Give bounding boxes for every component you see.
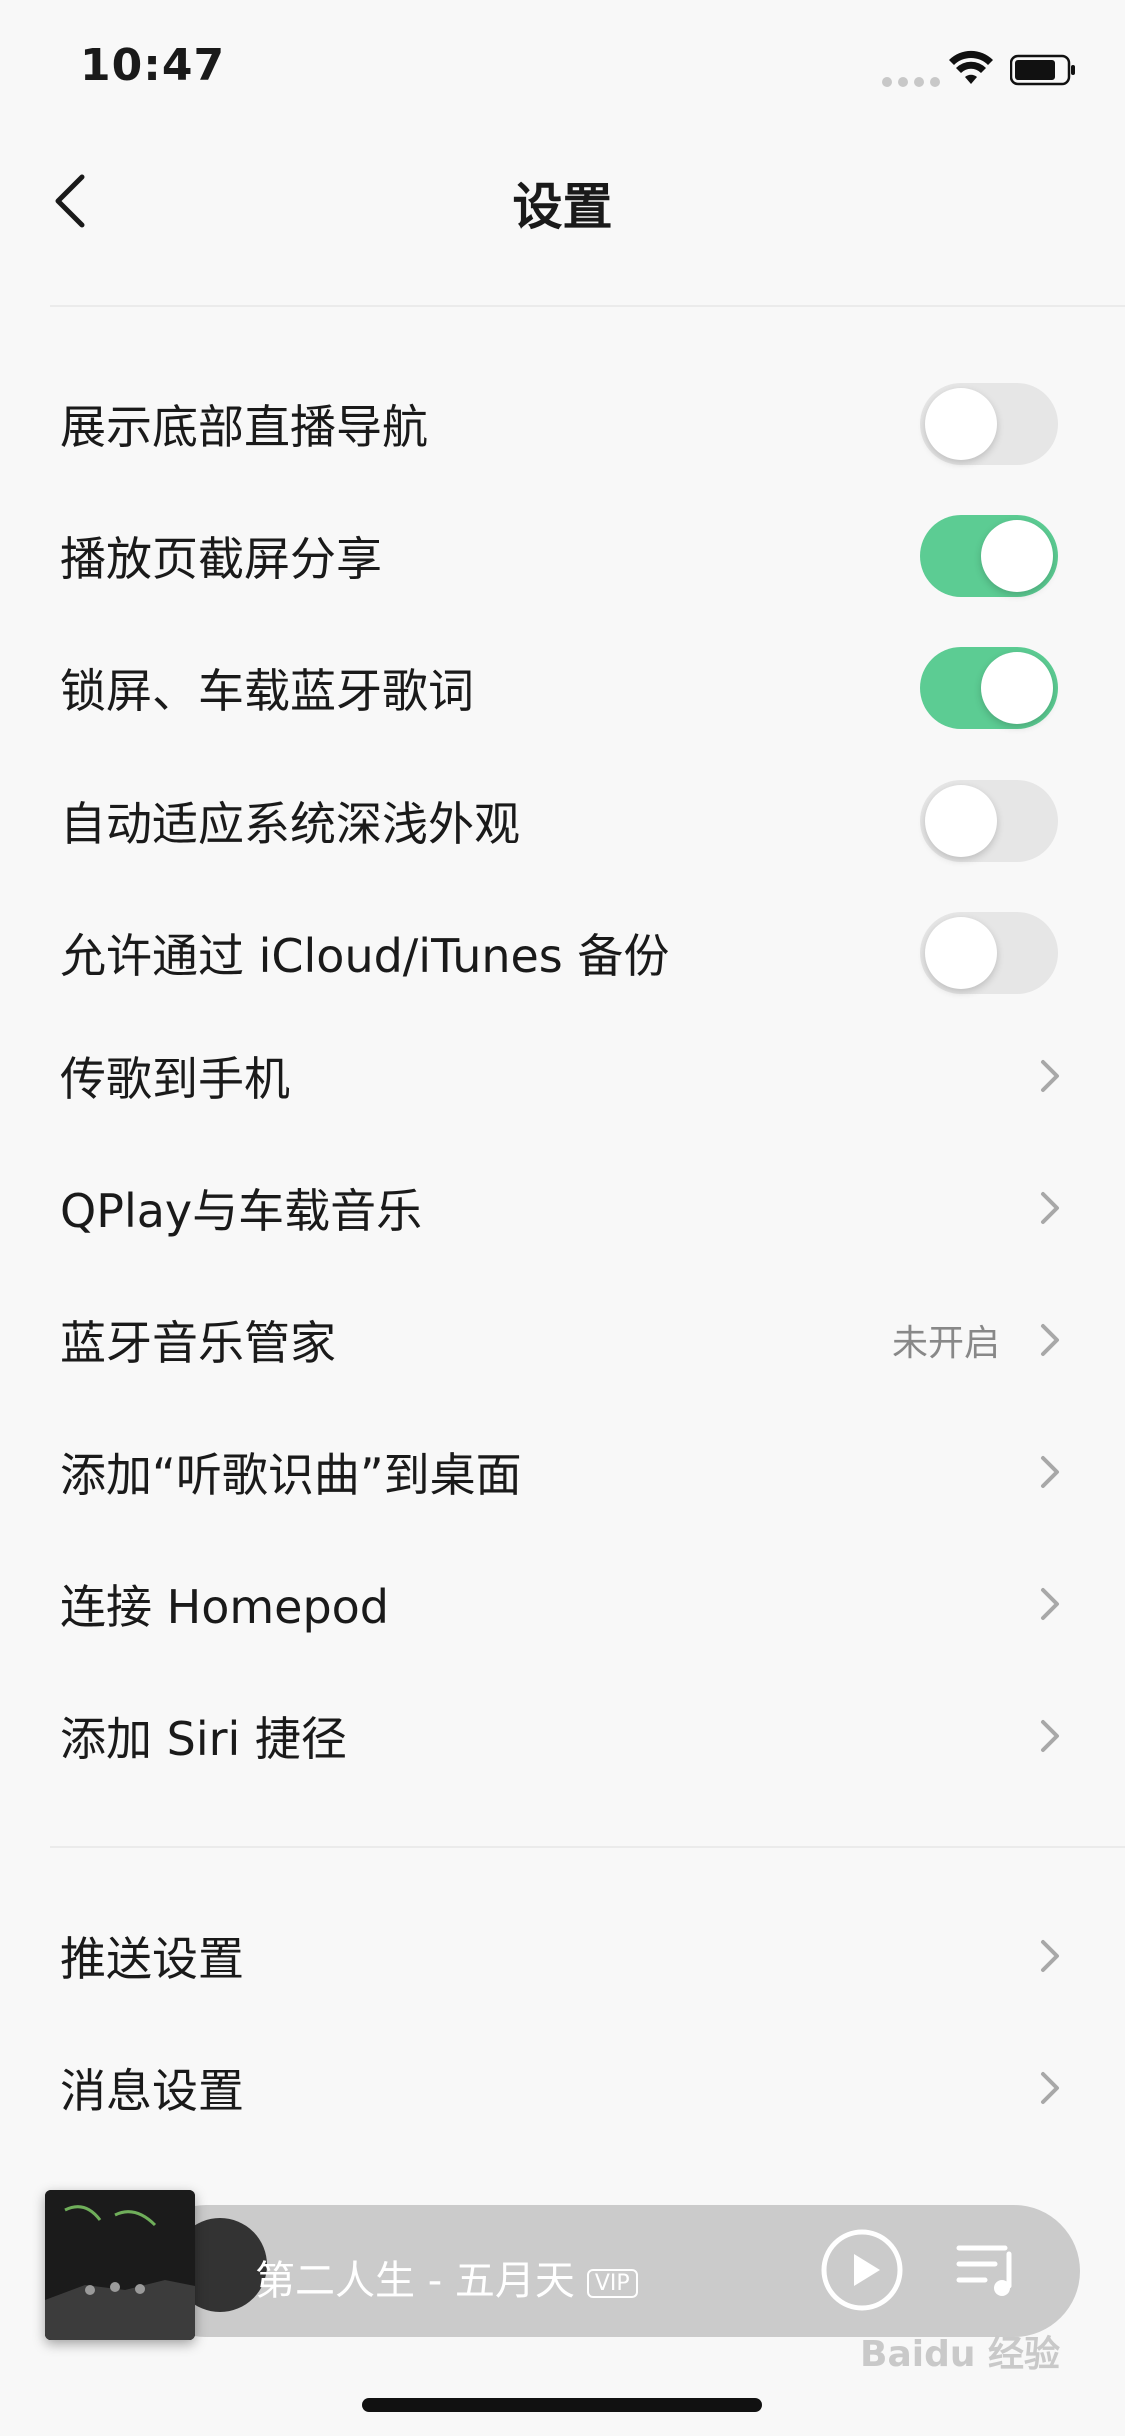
toggle-switch-icloud-backup[interactable] bbox=[920, 912, 1058, 994]
setting-label: 推送设置 bbox=[60, 1932, 244, 1986]
setting-label: 添加 Siri 捷径 bbox=[60, 1712, 347, 1766]
chevron-right-icon bbox=[1041, 1720, 1059, 1752]
setting-label: QPlay与车载音乐 bbox=[60, 1184, 423, 1238]
watermark: Baidu 经验 bbox=[860, 2334, 1061, 2375]
setting-label: 消息设置 bbox=[60, 2064, 244, 2118]
setting-label: 播放页截屏分享 bbox=[60, 532, 382, 586]
setting-label: 允许通过 iCloud/iTunes 备份 bbox=[60, 929, 670, 983]
nav-bar: 设置 bbox=[0, 135, 1125, 305]
setting-status-value: 未开启 bbox=[891, 1323, 1000, 1364]
page-title: 设置 bbox=[512, 178, 613, 236]
toggle-switch-auto-dark-mode[interactable] bbox=[920, 780, 1058, 862]
status-time: 10:47 bbox=[80, 40, 226, 91]
chevron-right-icon bbox=[1041, 1588, 1059, 1620]
setting-label: 展示底部直播导航 bbox=[60, 400, 428, 454]
playlist-icon[interactable] bbox=[955, 2240, 1021, 2300]
setting-row-add-song-recognition[interactable]: 添加“听歌识曲”到桌面 bbox=[0, 1406, 1125, 1538]
chevron-right-icon bbox=[1041, 1456, 1059, 1488]
setting-row-bluetooth-butler[interactable]: 蓝牙音乐管家 未开启 bbox=[0, 1274, 1125, 1406]
setting-row-qplay[interactable]: QPlay与车载音乐 bbox=[0, 1142, 1125, 1274]
setting-row-auto-dark-mode: 自动适应系统深浅外观 bbox=[0, 755, 1125, 887]
setting-label: 蓝牙音乐管家 bbox=[60, 1316, 336, 1370]
status-bar: 10:47 bbox=[0, 0, 1125, 135]
setting-label: 锁屏、车载蓝牙歌词 bbox=[60, 664, 474, 718]
chevron-right-icon bbox=[1041, 1324, 1059, 1356]
album-cover-image bbox=[45, 2190, 195, 2340]
setting-row-icloud-backup: 允许通过 iCloud/iTunes 备份 bbox=[0, 887, 1125, 1019]
track-title: 第二人生 - 五月天 VIP bbox=[255, 2248, 638, 2306]
setting-row-homepod[interactable]: 连接 Homepod bbox=[0, 1538, 1125, 1670]
toggle-switch-show-live-nav[interactable] bbox=[920, 383, 1058, 465]
setting-label: 连接 Homepod bbox=[60, 1580, 390, 1634]
toggle-knob bbox=[981, 520, 1053, 592]
setting-label: 添加“听歌识曲”到桌面 bbox=[60, 1448, 522, 1502]
chevron-right-icon bbox=[1041, 1060, 1059, 1092]
album-art[interactable] bbox=[45, 2190, 195, 2340]
section-divider bbox=[50, 1846, 1125, 1848]
toggle-switch-lockscreen-lyrics[interactable] bbox=[920, 647, 1058, 729]
vip-badge: VIP bbox=[586, 2268, 638, 2298]
play-button[interactable] bbox=[820, 2228, 904, 2312]
setting-row-transfer-songs[interactable]: 传歌到手机 bbox=[0, 1010, 1125, 1142]
cellular-signal-icon bbox=[882, 72, 946, 91]
chevron-right-icon bbox=[1041, 2072, 1059, 2104]
home-indicator bbox=[362, 2398, 762, 2412]
setting-row-screenshot-share: 播放页截屏分享 bbox=[0, 490, 1125, 622]
setting-row-show-live-nav: 展示底部直播导航 bbox=[0, 358, 1125, 490]
chevron-right-icon bbox=[1041, 1940, 1059, 1972]
setting-label: 传歌到手机 bbox=[60, 1052, 290, 1106]
setting-row-siri-shortcut[interactable]: 添加 Siri 捷径 bbox=[0, 1670, 1125, 1802]
setting-row-message-settings[interactable]: 消息设置 bbox=[0, 2022, 1125, 2154]
setting-label: 自动适应系统深浅外观 bbox=[60, 797, 520, 851]
toggle-knob bbox=[925, 388, 997, 460]
track-name: 第二人生 - 五月天 bbox=[255, 2258, 575, 2304]
toggle-knob bbox=[981, 652, 1053, 724]
battery-icon bbox=[1010, 54, 1075, 86]
setting-row-push-settings[interactable]: 推送设置 bbox=[0, 1890, 1125, 2022]
chevron-right-icon bbox=[1041, 1192, 1059, 1224]
header-divider bbox=[50, 305, 1125, 307]
toggle-switch-screenshot-share[interactable] bbox=[920, 515, 1058, 597]
setting-row-lockscreen-lyrics: 锁屏、车载蓝牙歌词 bbox=[0, 622, 1125, 754]
mini-player[interactable]: 第二人生 - 五月天 VIP bbox=[45, 2190, 1080, 2340]
wifi-icon bbox=[949, 50, 993, 84]
toggle-knob bbox=[925, 785, 997, 857]
toggle-knob bbox=[925, 917, 997, 989]
